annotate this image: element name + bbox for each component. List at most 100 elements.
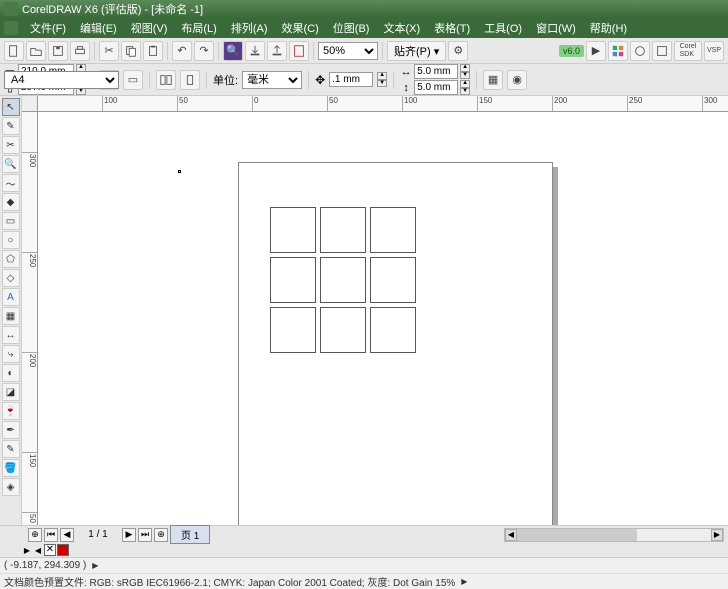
scroll-right-arrow[interactable]: ▶ bbox=[711, 529, 723, 541]
no-fill-swatch[interactable] bbox=[44, 544, 56, 556]
transparency-tool[interactable]: 🍷 bbox=[2, 402, 20, 420]
next-page-button[interactable]: ▶ bbox=[122, 528, 136, 542]
all-pages-button[interactable] bbox=[156, 70, 176, 90]
rectangle[interactable] bbox=[320, 207, 366, 253]
rectangle[interactable] bbox=[370, 307, 416, 353]
print-button[interactable] bbox=[70, 41, 90, 61]
menu-effects[interactable]: 效果(C) bbox=[276, 18, 325, 38]
ruler-origin[interactable] bbox=[22, 96, 38, 112]
palette-scroll-left-2[interactable]: ◀ bbox=[33, 546, 43, 555]
app-launcher-3[interactable] bbox=[652, 41, 672, 61]
toolbox: ↖ ✎ ✂ 🔍 ～ ◆ ▭ ○ ⬠ ◇ A ▦ ↔ ⤷ ◐ ◪ 🍷 ✒ ✎ 🪣 … bbox=[0, 96, 22, 525]
crop-tool[interactable]: ✂ bbox=[2, 136, 20, 154]
menu-help[interactable]: 帮助(H) bbox=[584, 18, 633, 38]
menu-arrange[interactable]: 排列(A) bbox=[225, 18, 274, 38]
page-tab[interactable]: 页 1 bbox=[170, 525, 210, 544]
current-page-button[interactable] bbox=[180, 70, 200, 90]
rectangle[interactable] bbox=[320, 307, 366, 353]
menu-window[interactable]: 窗口(W) bbox=[530, 18, 582, 38]
options-button[interactable]: ⚙ bbox=[448, 41, 468, 61]
text-tool[interactable]: A bbox=[2, 288, 20, 306]
table-tool[interactable]: ▦ bbox=[2, 307, 20, 325]
polygon-tool[interactable]: ⬠ bbox=[2, 250, 20, 268]
zoom-tool[interactable]: 🔍 bbox=[2, 155, 20, 173]
rectangle[interactable] bbox=[320, 257, 366, 303]
export-button[interactable] bbox=[267, 41, 287, 61]
menu-table[interactable]: 表格(T) bbox=[428, 18, 476, 38]
palette-scroll-left[interactable]: ▶ bbox=[22, 546, 32, 555]
cursor-marker bbox=[178, 170, 181, 173]
dup-y-spinner[interactable]: ▲▼ bbox=[460, 80, 470, 95]
connector-tool[interactable]: ⤷ bbox=[2, 345, 20, 363]
menu-file[interactable]: 文件(F) bbox=[24, 18, 72, 38]
fill-tool[interactable]: 🪣 bbox=[2, 459, 20, 477]
menu-tools[interactable]: 工具(O) bbox=[478, 18, 528, 38]
menu-text[interactable]: 文本(X) bbox=[377, 18, 426, 38]
unit-select[interactable]: 毫米 bbox=[242, 71, 302, 89]
redo-button[interactable]: ↷ bbox=[194, 41, 214, 61]
dimension-tool[interactable]: ↔ bbox=[2, 326, 20, 344]
import-button[interactable] bbox=[245, 41, 265, 61]
rectangle[interactable] bbox=[370, 207, 416, 253]
snap-to-button[interactable]: 贴齐(P) ▾ bbox=[387, 41, 446, 61]
interactive-blend-tool[interactable]: ◐ bbox=[2, 364, 20, 382]
scroll-left-arrow[interactable]: ◀ bbox=[505, 529, 517, 541]
add-page-button[interactable]: ⊕ bbox=[28, 528, 42, 542]
rectangle[interactable] bbox=[270, 307, 316, 353]
nudge-input[interactable] bbox=[329, 72, 373, 87]
new-button[interactable] bbox=[4, 41, 24, 61]
nudge-spinner[interactable]: ▲▼ bbox=[377, 72, 387, 87]
separator bbox=[149, 71, 150, 89]
cut-button[interactable]: ✂ bbox=[99, 41, 119, 61]
freehand-tool[interactable]: ～ bbox=[2, 174, 20, 192]
rectangle-tool[interactable]: ▭ bbox=[2, 212, 20, 230]
app-launcher-2[interactable] bbox=[630, 41, 650, 61]
search-button[interactable]: 🔍 bbox=[223, 41, 243, 61]
prev-page-button[interactable]: ◀ bbox=[60, 528, 74, 542]
page-size-select[interactable]: A4 bbox=[4, 71, 119, 89]
outline-tool[interactable]: ✎ bbox=[2, 440, 20, 458]
rectangle[interactable] bbox=[370, 257, 416, 303]
dup-x-spinner[interactable]: ▲▼ bbox=[460, 64, 470, 79]
corel-sdk-button[interactable]: CorelSDK bbox=[674, 41, 702, 61]
interactive-fill-tool[interactable]: ◈ bbox=[2, 478, 20, 496]
paste-button[interactable] bbox=[143, 41, 163, 61]
shape-tool[interactable]: ✎ bbox=[2, 117, 20, 135]
rectangle[interactable] bbox=[270, 207, 316, 253]
separator bbox=[382, 42, 383, 60]
horizontal-ruler[interactable]: 100 50 0 50 100 150 200 250 300 bbox=[38, 96, 728, 112]
duplicate-x-input[interactable] bbox=[414, 64, 458, 79]
menu-view[interactable]: 视图(V) bbox=[125, 18, 174, 38]
vertical-ruler[interactable]: 300 250 200 150 50 bbox=[22, 112, 38, 525]
treat-as-filled-button[interactable]: ▦ bbox=[483, 70, 503, 90]
duplicate-y-input[interactable] bbox=[414, 80, 458, 95]
scroll-thumb[interactable] bbox=[517, 529, 637, 541]
landscape-button[interactable]: ▭ bbox=[123, 70, 143, 90]
options-button-2[interactable]: ◉ bbox=[507, 70, 527, 90]
drawing-canvas[interactable] bbox=[38, 112, 728, 525]
zoom-level-select[interactable]: 50% bbox=[318, 42, 378, 60]
basic-shapes-tool[interactable]: ◇ bbox=[2, 269, 20, 287]
drop-shadow-tool[interactable]: ◪ bbox=[2, 383, 20, 401]
menu-layout[interactable]: 布局(L) bbox=[175, 18, 222, 38]
pick-tool[interactable]: ↖ bbox=[2, 98, 20, 116]
add-page-end-button[interactable]: ⊕ bbox=[154, 528, 168, 542]
rectangle[interactable] bbox=[270, 257, 316, 303]
save-button[interactable] bbox=[48, 41, 68, 61]
horizontal-scrollbar[interactable]: ◀ ▶ bbox=[504, 528, 724, 542]
menu-bitmap[interactable]: 位图(B) bbox=[327, 18, 376, 38]
undo-button[interactable]: ↶ bbox=[172, 41, 192, 61]
last-page-button[interactable]: ⏭ bbox=[138, 528, 152, 542]
color-swatch[interactable] bbox=[57, 544, 69, 556]
app-launcher-1[interactable] bbox=[608, 41, 628, 61]
launch-button[interactable]: ▶ bbox=[586, 41, 606, 61]
menu-edit[interactable]: 编辑(E) bbox=[74, 18, 123, 38]
smart-fill-tool[interactable]: ◆ bbox=[2, 193, 20, 211]
ellipse-tool[interactable]: ○ bbox=[2, 231, 20, 249]
copy-button[interactable] bbox=[121, 41, 141, 61]
first-page-button[interactable]: ⏮ bbox=[44, 528, 58, 542]
vsp-button[interactable]: VSP bbox=[704, 41, 724, 61]
publish-pdf-button[interactable] bbox=[289, 41, 309, 61]
eyedropper-tool[interactable]: ✒ bbox=[2, 421, 20, 439]
open-button[interactable] bbox=[26, 41, 46, 61]
